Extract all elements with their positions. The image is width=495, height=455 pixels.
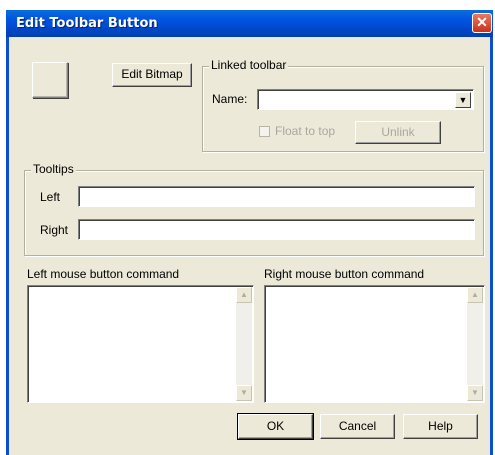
cancel-button[interactable]: Cancel: [320, 414, 395, 439]
right-command-textarea[interactable]: ▲ ▼: [264, 285, 485, 403]
float-to-top-label: Float to top: [275, 124, 336, 138]
tooltip-right-label: Right: [40, 223, 69, 237]
window-title: Edit Toolbar Button: [16, 16, 158, 31]
bitmap-preview[interactable]: [32, 62, 68, 98]
float-to-top-checkbox[interactable]: [259, 126, 270, 137]
tooltips-group: [24, 170, 484, 256]
scroll-up-arrow-icon[interactable]: ▲: [236, 287, 252, 303]
chevron-down-icon[interactable]: ▼: [455, 92, 471, 108]
edit-bitmap-button[interactable]: Edit Bitmap: [112, 63, 192, 87]
unlink-button[interactable]: Unlink: [355, 121, 441, 144]
left-command-label: Left mouse button command: [27, 267, 180, 281]
close-icon: ✕: [476, 14, 488, 30]
window-border-right: [490, 37, 493, 455]
title-bar[interactable]: Edit Toolbar Button ✕: [6, 10, 493, 37]
right-command-label: Right mouse button command: [264, 267, 425, 281]
tooltip-left-label: Left: [40, 190, 61, 204]
tooltips-group-label: Tooltips: [31, 162, 76, 176]
ok-button[interactable]: OK: [237, 413, 314, 440]
close-button[interactable]: ✕: [472, 13, 492, 33]
edit-toolbar-button-dialog: Edit Toolbar Button ✕ Edit Bitmap Linked…: [6, 10, 493, 455]
scroll-up-arrow-icon[interactable]: ▲: [467, 287, 483, 303]
right-command-scrollbar[interactable]: ▲ ▼: [467, 287, 483, 401]
name-label: Name:: [212, 92, 248, 106]
tooltip-left-input[interactable]: [78, 186, 475, 207]
help-button[interactable]: Help: [403, 414, 478, 439]
left-command-scrollbar[interactable]: ▲ ▼: [236, 287, 252, 401]
tooltip-right-input[interactable]: [78, 219, 475, 240]
scroll-down-arrow-icon[interactable]: ▼: [467, 385, 483, 401]
left-command-textarea[interactable]: ▲ ▼: [27, 285, 254, 403]
window-border-left: [6, 37, 9, 455]
toolbar-name-dropdown[interactable]: ▼: [257, 89, 474, 110]
scroll-down-arrow-icon[interactable]: ▼: [236, 385, 252, 401]
linked-toolbar-group-label: Linked toolbar: [209, 58, 289, 72]
